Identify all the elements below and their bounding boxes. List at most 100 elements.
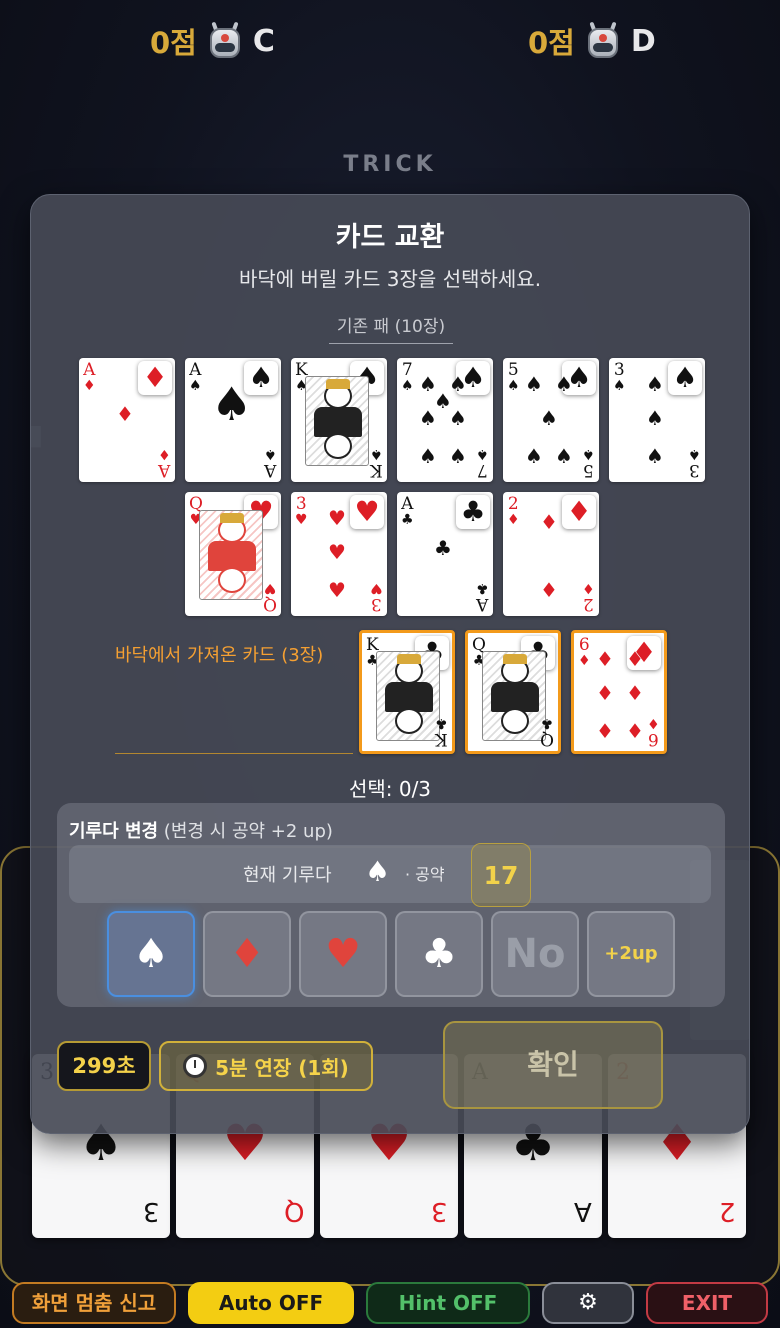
face-head-inverted <box>501 708 529 734</box>
auto-toggle-button[interactable]: Auto OFF <box>188 1282 354 1324</box>
card-rank-text: 3 <box>371 594 383 614</box>
card-rank-text: K <box>370 460 383 480</box>
current-trump-row: 현재 기루다 ♠ · 공약 <box>69 845 711 903</box>
suit-pip-icon: ♠ <box>646 444 664 468</box>
playing-card[interactable]: 7 ♠ ♠ ♠ ♠ ♠ ♠ ♠ ♠ ♠ 7 ♠ <box>397 358 493 482</box>
card-suit-small: ♠ <box>507 378 520 394</box>
extend-label: 5분 연장 (1회) <box>215 1055 349 1080</box>
card-rank-inverted: A <box>574 1196 592 1226</box>
card-suit-small: ♣ <box>435 715 448 731</box>
hint-toggle-button[interactable]: Hint OFF <box>366 1282 530 1324</box>
confirm-button[interactable]: 확인 <box>443 1021 663 1109</box>
card-rank-text: A <box>83 360 96 380</box>
playing-card[interactable]: A ♣ ♣ ♣ A ♣ <box>397 492 493 616</box>
settings-button[interactable]: ⚙ <box>542 1282 634 1324</box>
card-rank-text: 2 <box>583 594 595 614</box>
crown-icon <box>326 379 350 389</box>
divider <box>115 753 353 754</box>
suit-badge-icon: ♦ <box>138 361 172 395</box>
suit-pip-icon: ♠ <box>449 444 467 468</box>
card-rank: A ♣ <box>401 494 414 529</box>
diamond-option-button[interactable]: ♦ <box>203 911 291 997</box>
card-rank-text: 3 <box>295 494 307 514</box>
card-rank-inverted: 7 ♠ <box>476 446 489 480</box>
card-rank: A ♠ <box>189 362 202 395</box>
exit-button[interactable]: EXIT <box>646 1282 768 1324</box>
suit-pip-icon: ♦ <box>596 719 614 743</box>
card-rank-inverted: 3 ♠ <box>688 446 701 480</box>
heart-option-button[interactable]: ♥ <box>299 911 387 997</box>
playing-card[interactable]: A ♦ ♦ ♦ A ♦ <box>79 358 175 482</box>
no-trump-button[interactable]: No <box>491 911 579 997</box>
crown-icon <box>220 513 244 523</box>
playing-card[interactable]: 3 ♠ ♠ ♠ ♠ ♠ 3 ♠ <box>609 358 705 482</box>
card-suit-small: ♠ <box>370 446 383 462</box>
card-rank-inverted: A ♦ <box>158 446 171 480</box>
face-card-art <box>199 510 263 600</box>
card-rank-text: 5 <box>583 460 595 480</box>
plus-two-up-button[interactable]: +2up <box>587 911 675 997</box>
club-option-button[interactable]: ♣ <box>395 911 483 997</box>
playing-card[interactable]: A ♠ ♠ ♠ A ♠ <box>185 358 281 482</box>
card-rank-text: 5 <box>507 360 519 380</box>
card-rank-inverted: A ♠ <box>264 446 277 480</box>
suit-pip-icon: ♦ <box>626 681 644 705</box>
suit-pip-icon: ♠ <box>419 444 437 468</box>
card-exchange-modal: 카드 교환 바닥에 버릴 카드 3장을 선택하세요. 기존 패 (10장) A ♦… <box>30 194 750 1134</box>
playing-card[interactable]: K♣♣K♣ <box>359 630 455 754</box>
playing-card[interactable]: 5 ♠ ♠ ♠ ♠ ♠ ♠ ♠ 5 ♠ <box>503 358 599 482</box>
card-rank-inverted: Q <box>283 1196 304 1226</box>
suit-badge-icon: ♥ <box>350 495 384 529</box>
extend-time-button[interactable]: 5분 연장 (1회) <box>159 1041 373 1091</box>
robot-avatar-icon <box>207 21 243 60</box>
trump-heading-note: (변경 시 공약 +2 up) <box>158 821 333 842</box>
face-card-art <box>305 376 369 466</box>
card-suit-small: ♣ <box>540 715 554 731</box>
current-trump-label: 현재 기루다 <box>243 865 332 886</box>
face-head-inverted <box>218 567 246 593</box>
player-d-name: D <box>630 23 656 59</box>
playing-card[interactable]: 3 ♥ ♥ ♥ ♥ ♥ 3 ♥ <box>291 492 387 616</box>
suit-pip-icon: ♦ <box>540 510 558 534</box>
playing-card[interactable]: K♠♠K♠ <box>291 358 387 482</box>
card-suit-small: ♠ <box>401 378 414 394</box>
card-suit-small: ♥ <box>263 580 277 596</box>
card-rank-inverted: 6 ♦ <box>647 715 660 749</box>
playing-card[interactable]: Q♥♥Q♥ <box>185 492 281 616</box>
suit-pip-icon: ♦ <box>116 402 134 426</box>
suit-pip-icon: ♠ <box>646 406 664 430</box>
hand-label: 기존 패 (10장) <box>329 312 453 344</box>
suit-pip-icon: ♦ <box>596 681 614 705</box>
report-freeze-button[interactable]: 화면 멈춤 신고 <box>12 1282 176 1324</box>
card-suit-small: ♦ <box>647 715 660 731</box>
face-head-inverted <box>324 433 352 459</box>
bid-value: 17 <box>471 843 531 907</box>
card-suit-small: ♣ <box>401 512 414 528</box>
card-rank-inverted: 2 ♦ <box>582 580 595 614</box>
suit-pip-icon: ♣ <box>434 536 452 560</box>
playing-card[interactable]: 6 ♦ ♦ ♦ ♦ ♦ ♦ ♦ ♦ 6 ♦ <box>571 630 667 754</box>
card-rank-text: A <box>401 494 414 514</box>
card-rank: 5 ♠ <box>507 360 520 395</box>
playing-card[interactable]: Q♣♣Q♣ <box>465 630 561 754</box>
card-suit-small: ♥ <box>295 512 308 528</box>
card-rank-inverted: K ♠ <box>370 446 383 480</box>
player-c: 0점 C <box>150 20 275 62</box>
card-suit-small: ♦ <box>158 446 171 462</box>
suit-badge-icon: ♦ <box>562 495 596 529</box>
card-rank: A ♦ <box>83 360 96 395</box>
modal-subtitle: 바닥에 버릴 카드 3장을 선택하세요. <box>238 267 542 291</box>
card-rank: 3 ♠ <box>613 362 626 395</box>
suit-pip-icon: ♠ <box>525 444 543 468</box>
card-rank-text: Q <box>540 729 554 749</box>
suit-pip-icon: ♥ <box>328 540 346 564</box>
spade-option-button[interactable]: ♠ <box>107 911 195 997</box>
trump-heading: 기루다 변경 (변경 시 공약 +2 up) <box>69 817 333 843</box>
card-rank-inverted: Q ♥ <box>263 580 277 614</box>
card-rank-inverted: A ♣ <box>476 580 489 614</box>
card-suit-small: ♥ <box>370 580 383 596</box>
playing-card[interactable]: 2 ♦ ♦ ♦ ♦ 2 ♦ <box>503 492 599 616</box>
card-suit-small: ♦ <box>582 580 595 596</box>
card-rank: 2 ♦ <box>507 496 520 529</box>
player-c-score: 0점 <box>150 26 197 60</box>
